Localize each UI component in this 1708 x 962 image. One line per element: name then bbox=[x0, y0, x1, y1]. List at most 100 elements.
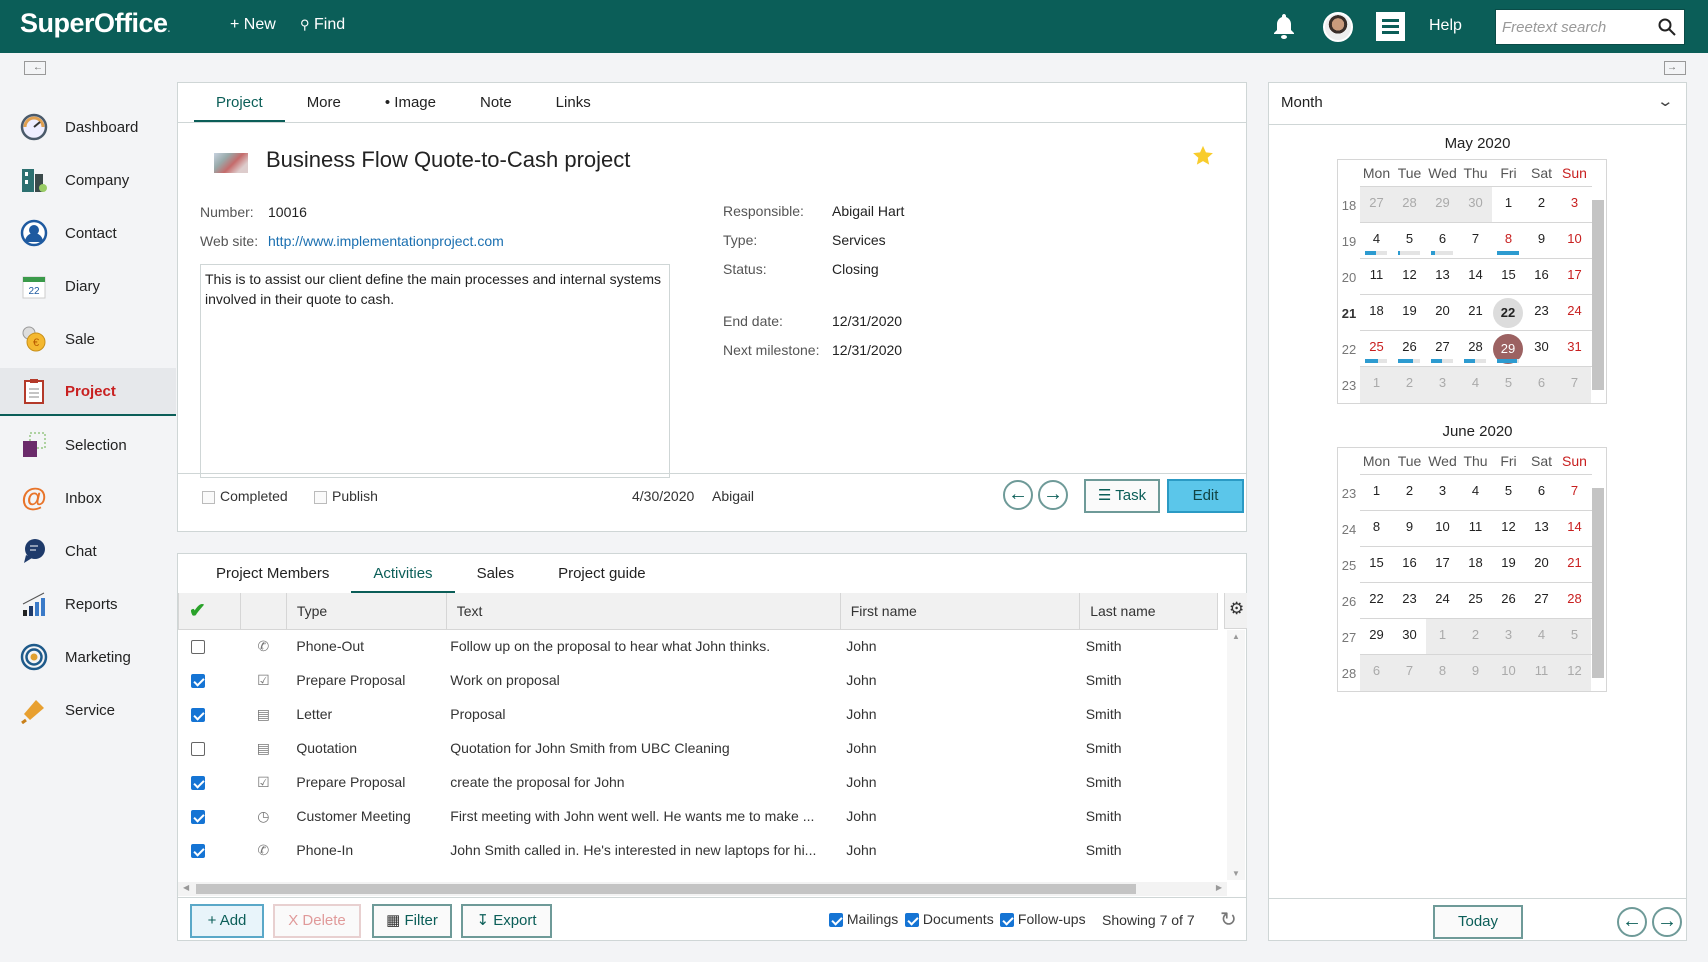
calendar-day[interactable]: 26 bbox=[1492, 591, 1525, 606]
table-row[interactable]: ✆ Phone-In John Smith called in. He's inte… bbox=[179, 833, 1218, 867]
notification-bell-icon[interactable] bbox=[1272, 12, 1296, 40]
calendar-day[interactable]: 4 bbox=[1459, 375, 1492, 390]
sidebar-item-selection[interactable]: Selection bbox=[0, 421, 176, 469]
calendar-day[interactable]: 3 bbox=[1492, 627, 1525, 642]
sidebar-item-chat[interactable]: Chat bbox=[0, 527, 176, 575]
calendar-day[interactable]: 4 bbox=[1525, 627, 1558, 642]
calendar-day[interactable]: 4 bbox=[1360, 231, 1393, 246]
calendar-day[interactable]: 15 bbox=[1360, 555, 1393, 570]
scroll-up-icon[interactable]: ▲ bbox=[1232, 632, 1240, 641]
table-row[interactable]: ☑ Prepare Proposal Work on proposal John Smi… bbox=[179, 663, 1218, 697]
first-name-column-header[interactable]: First name bbox=[839, 593, 1081, 630]
calendar-day[interactable]: 2 bbox=[1459, 627, 1492, 642]
calendar-day[interactable]: 7 bbox=[1393, 663, 1426, 678]
calendar-day[interactable]: 16 bbox=[1525, 267, 1558, 282]
text-column-header[interactable]: Text bbox=[445, 593, 841, 630]
calendar-day[interactable]: 3 bbox=[1426, 483, 1459, 498]
tab-activities[interactable]: Activities bbox=[351, 558, 455, 594]
calendar-day[interactable]: 21 bbox=[1558, 555, 1591, 570]
calendar-day[interactable]: 8 bbox=[1426, 663, 1459, 678]
icon-column-header[interactable] bbox=[239, 593, 287, 630]
calendar-day[interactable]: 1 bbox=[1360, 483, 1393, 498]
project-image[interactable] bbox=[214, 153, 248, 173]
row-checkbox[interactable] bbox=[190, 844, 205, 859]
calendar-day[interactable]: 13 bbox=[1525, 519, 1558, 534]
calendar-day[interactable]: 26 bbox=[1393, 339, 1426, 354]
sidebar-item-marketing[interactable]: Marketing bbox=[0, 633, 176, 681]
last-name-column-header[interactable]: Last name bbox=[1079, 593, 1218, 630]
calendar-day[interactable]: 1 bbox=[1492, 195, 1525, 210]
table-row[interactable]: ◷ Customer Meeting First meeting with John… bbox=[179, 799, 1218, 833]
export-button[interactable]: ↧ Export bbox=[461, 904, 552, 938]
calendar-day[interactable]: 20 bbox=[1426, 303, 1459, 318]
table-row[interactable]: ▤ Quotation Quotation for John Smith from … bbox=[179, 731, 1218, 765]
sidebar-item-diary[interactable]: 22 Diary bbox=[0, 262, 176, 310]
calendar-day[interactable]: 6 bbox=[1426, 231, 1459, 246]
calendar-day[interactable]: 15 bbox=[1492, 267, 1525, 282]
tab-sales[interactable]: Sales bbox=[455, 558, 537, 592]
type-column-header[interactable]: Type bbox=[285, 593, 447, 630]
table-row[interactable]: ▤ Letter Proposal John Smith bbox=[179, 697, 1218, 731]
calendar-day[interactable]: 24 bbox=[1558, 303, 1591, 318]
calendar-day[interactable]: 19 bbox=[1393, 303, 1426, 318]
sidebar-item-reports[interactable]: Reports bbox=[0, 580, 176, 628]
select-all-header[interactable]: ✔ bbox=[178, 593, 241, 630]
row-checkbox[interactable] bbox=[190, 640, 205, 655]
mailings-checkbox[interactable]: Mailings bbox=[829, 911, 898, 928]
calendar-day[interactable]: 11 bbox=[1459, 519, 1492, 534]
scroll-left-icon[interactable]: ◀ bbox=[183, 883, 189, 892]
documents-checkbox[interactable]: Documents bbox=[905, 911, 994, 928]
scroll-right-icon[interactable]: ▶ bbox=[1216, 883, 1222, 892]
calendar-day[interactable]: 2 bbox=[1393, 375, 1426, 390]
calendar-day[interactable]: 14 bbox=[1459, 267, 1492, 282]
calendar-day[interactable]: 6 bbox=[1360, 663, 1393, 678]
next-month-arrow-icon[interactable]: → bbox=[1652, 907, 1682, 937]
calendar-day[interactable]: 24 bbox=[1426, 591, 1459, 606]
add-button[interactable]: + Add bbox=[190, 904, 264, 938]
help-link[interactable]: Help bbox=[1429, 17, 1462, 35]
column-settings-button[interactable]: ⚙ bbox=[1224, 593, 1247, 629]
calendar-day[interactable]: 17 bbox=[1558, 267, 1591, 282]
calendar-day[interactable]: 25 bbox=[1360, 339, 1393, 354]
sidebar-item-company[interactable]: Company bbox=[0, 156, 176, 204]
horizontal-scrollbar[interactable]: ◀ ▶ bbox=[178, 882, 1227, 896]
calendar-day[interactable]: 13 bbox=[1426, 267, 1459, 282]
tab-project-guide[interactable]: Project guide bbox=[536, 558, 668, 592]
calendar-day[interactable]: 5 bbox=[1492, 375, 1525, 390]
calendar-scrollbar[interactable] bbox=[1592, 200, 1604, 390]
refresh-icon[interactable]: ↻ bbox=[1220, 907, 1237, 932]
calendar-day[interactable]: 10 bbox=[1558, 231, 1591, 246]
row-checkbox[interactable] bbox=[190, 742, 205, 757]
horizontal-scroll-thumb[interactable] bbox=[196, 884, 1136, 894]
calendar-day[interactable]: 14 bbox=[1558, 519, 1591, 534]
row-checkbox[interactable] bbox=[190, 708, 205, 723]
calendar-day[interactable]: 9 bbox=[1393, 519, 1426, 534]
calendar-day[interactable]: 1 bbox=[1426, 627, 1459, 642]
sidebar-item-contact[interactable]: Contact bbox=[0, 209, 176, 257]
calendar-day[interactable]: 18 bbox=[1459, 555, 1492, 570]
calendar-day[interactable]: 16 bbox=[1393, 555, 1426, 570]
calendar-day[interactable]: 10 bbox=[1492, 663, 1525, 678]
tab-project[interactable]: Project bbox=[194, 87, 285, 123]
row-checkbox[interactable] bbox=[190, 810, 205, 825]
tab-more[interactable]: More bbox=[285, 87, 363, 121]
tab-note[interactable]: Note bbox=[458, 87, 534, 121]
sidebar-item-sale[interactable]: € Sale bbox=[0, 315, 176, 363]
calendar-day[interactable]: 19 bbox=[1492, 555, 1525, 570]
user-avatar[interactable] bbox=[1323, 12, 1353, 42]
followups-checkbox[interactable]: Follow-ups bbox=[1000, 911, 1086, 928]
calendar-day[interactable]: 9 bbox=[1459, 663, 1492, 678]
calendar-day[interactable]: 3 bbox=[1426, 375, 1459, 390]
collapse-right-panel-icon[interactable]: → bbox=[1664, 61, 1686, 75]
calendar-scrollbar[interactable] bbox=[1592, 488, 1604, 678]
previous-month-arrow-icon[interactable]: ← bbox=[1617, 907, 1647, 937]
calendar-day[interactable]: 11 bbox=[1525, 663, 1558, 678]
calendar-day[interactable]: 21 bbox=[1459, 303, 1492, 318]
calendar-day[interactable]: 31 bbox=[1558, 339, 1591, 354]
calendar-day[interactable]: 20 bbox=[1525, 555, 1558, 570]
description-field[interactable]: This is to assist our client define the … bbox=[200, 264, 670, 478]
publish-checkbox[interactable]: Publish bbox=[314, 488, 378, 504]
today-button[interactable]: Today bbox=[1433, 905, 1523, 939]
delete-button[interactable]: X Delete bbox=[273, 904, 361, 938]
calendar-day[interactable]: 6 bbox=[1525, 483, 1558, 498]
